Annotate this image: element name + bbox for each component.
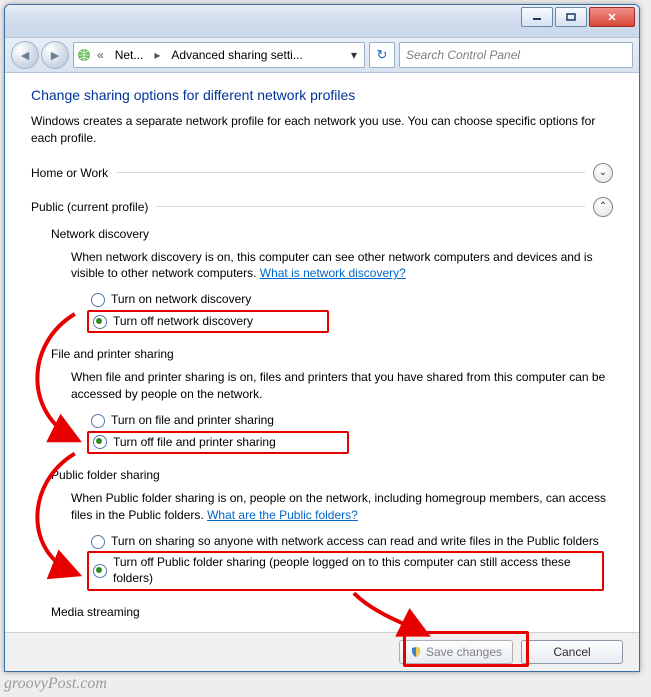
shield-icon bbox=[410, 646, 422, 658]
radio-label: Turn on sharing so anyone with network a… bbox=[111, 534, 599, 550]
network-discovery-heading: Network discovery bbox=[51, 227, 613, 241]
radio-label: Turn on file and printer sharing bbox=[111, 413, 274, 429]
minimize-button[interactable] bbox=[521, 7, 553, 27]
breadcrumb-dropdown-icon[interactable]: ▾ bbox=[346, 48, 362, 62]
section-home-label: Home or Work bbox=[31, 166, 108, 180]
radio-icon bbox=[91, 293, 105, 307]
radio-label: Turn on network discovery bbox=[111, 292, 251, 308]
action-bar: Save changes Cancel bbox=[5, 632, 639, 671]
radio-netdisc-off[interactable]: Turn off network discovery bbox=[87, 310, 329, 334]
radio-label: Turn off network discovery bbox=[113, 314, 253, 330]
subsection-file-printer-sharing: File and printer sharing When file and p… bbox=[51, 347, 613, 454]
section-public-label: Public (current profile) bbox=[31, 200, 148, 214]
subsection-network-discovery: Network discovery When network discovery… bbox=[51, 227, 613, 334]
save-label: Save changes bbox=[426, 645, 502, 659]
content-pane: Change sharing options for different net… bbox=[5, 71, 639, 631]
cancel-label: Cancel bbox=[553, 645, 590, 659]
subsection-media-streaming: Media streaming bbox=[51, 605, 613, 619]
breadcrumb-seg-1[interactable]: Net... bbox=[109, 45, 150, 65]
breadcrumb[interactable]: « Net... ▸ Advanced sharing setti... ▾ bbox=[73, 42, 365, 68]
chevron-icon: « bbox=[94, 48, 107, 62]
network-discovery-desc: When network discovery is on, this compu… bbox=[71, 249, 613, 283]
maximize-button[interactable] bbox=[555, 7, 587, 27]
cancel-button[interactable]: Cancel bbox=[521, 640, 623, 664]
file-printer-desc: When file and printer sharing is on, fil… bbox=[71, 369, 613, 403]
subsection-public-folder-sharing: Public folder sharing When Public folder… bbox=[51, 468, 613, 590]
save-changes-button[interactable]: Save changes bbox=[399, 640, 513, 664]
radio-publicfolder-on[interactable]: Turn on sharing so anyone with network a… bbox=[87, 532, 613, 552]
radio-fileprint-off[interactable]: Turn off file and printer sharing bbox=[87, 431, 349, 455]
titlebar: ✕ bbox=[5, 5, 639, 38]
control-panel-window: ✕ ◄ ► « Net... ▸ Advanced sharing setti.… bbox=[4, 4, 640, 672]
radio-icon bbox=[93, 315, 107, 329]
media-streaming-heading: Media streaming bbox=[51, 605, 613, 619]
file-printer-heading: File and printer sharing bbox=[51, 347, 613, 361]
chevron-up-icon[interactable]: ⌃ bbox=[593, 197, 613, 217]
what-is-network-discovery-link[interactable]: What is network discovery? bbox=[260, 266, 406, 280]
section-public[interactable]: Public (current profile) ⌃ bbox=[31, 195, 613, 219]
refresh-button[interactable]: ↻ bbox=[369, 42, 395, 68]
radio-icon bbox=[93, 435, 107, 449]
close-button[interactable]: ✕ bbox=[589, 7, 635, 27]
public-folder-heading: Public folder sharing bbox=[51, 468, 613, 482]
forward-button[interactable]: ► bbox=[41, 41, 69, 69]
network-icon bbox=[76, 47, 92, 63]
search-placeholder: Search Control Panel bbox=[406, 48, 520, 62]
radio-label: Turn off file and printer sharing bbox=[113, 435, 276, 451]
radio-icon bbox=[91, 414, 105, 428]
radio-fileprint-on[interactable]: Turn on file and printer sharing bbox=[87, 411, 613, 431]
page-title: Change sharing options for different net… bbox=[31, 87, 613, 103]
radio-netdisc-on[interactable]: Turn on network discovery bbox=[87, 290, 613, 310]
radio-icon bbox=[93, 564, 107, 578]
radio-label: Turn off Public folder sharing (people l… bbox=[113, 555, 598, 586]
what-are-public-folders-link[interactable]: What are the Public folders? bbox=[207, 508, 358, 522]
radio-icon bbox=[91, 535, 105, 549]
watermark: groovyPost.com bbox=[4, 675, 107, 693]
public-folder-desc: When Public folder sharing is on, people… bbox=[71, 490, 613, 524]
back-button[interactable]: ◄ bbox=[11, 41, 39, 69]
radio-publicfolder-off[interactable]: Turn off Public folder sharing (people l… bbox=[87, 551, 604, 590]
chevron-right-icon: ▸ bbox=[151, 48, 163, 62]
breadcrumb-seg-2[interactable]: Advanced sharing setti... bbox=[165, 45, 308, 65]
search-input[interactable]: Search Control Panel bbox=[399, 42, 633, 68]
page-description: Windows creates a separate network profi… bbox=[31, 113, 613, 147]
chevron-down-icon[interactable]: ⌄ bbox=[593, 163, 613, 183]
section-home-work[interactable]: Home or Work ⌄ bbox=[31, 161, 613, 185]
address-bar-row: ◄ ► « Net... ▸ Advanced sharing setti...… bbox=[5, 38, 639, 73]
